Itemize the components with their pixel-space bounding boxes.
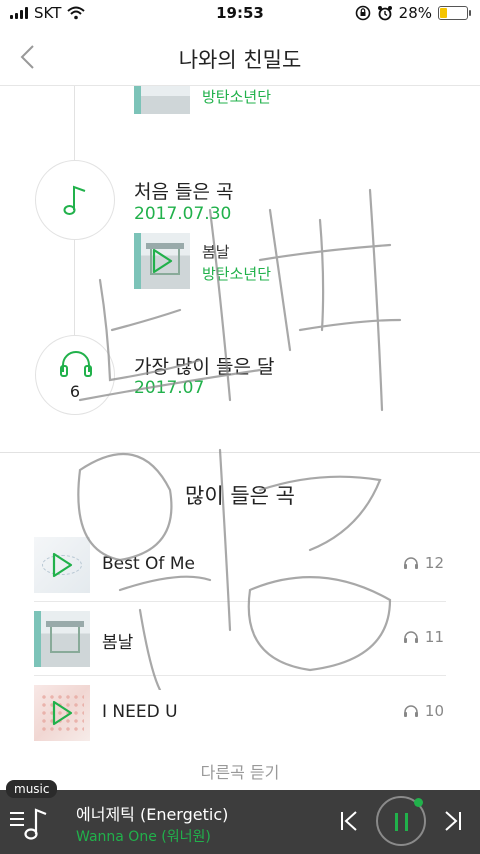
music-badge: music [6, 780, 58, 798]
status-bar: SKT 19:53 28% [0, 0, 480, 28]
alarm-icon [377, 6, 392, 21]
track-row[interactable]: 봄날 11 [34, 602, 446, 676]
album-art[interactable] [134, 233, 190, 289]
play-count-value: 12 [424, 554, 444, 572]
previous-icon[interactable] [338, 810, 360, 832]
song-artist: 방탄소년단 [202, 88, 272, 106]
album-art[interactable] [34, 611, 90, 667]
section-divider [0, 452, 480, 453]
album-art[interactable] [134, 84, 190, 114]
month-play-count: 6 [69, 382, 81, 401]
pause-icon [395, 813, 409, 831]
play-count-value: 10 [424, 702, 444, 720]
month-title: 가장 많이 들은 달 [134, 356, 275, 378]
track-name: I NEED U [102, 702, 178, 722]
play-icon[interactable] [50, 699, 74, 727]
play-icon[interactable] [50, 551, 74, 579]
next-icon[interactable] [442, 810, 464, 832]
track-row[interactable]: I NEED U 10 [34, 676, 446, 750]
track-name: 봄날 [102, 633, 134, 653]
headphones-icon [403, 631, 418, 643]
play-icon[interactable] [150, 247, 174, 275]
first-song-name: 봄날 [202, 243, 230, 261]
month-date: 2017.07 [134, 378, 205, 398]
play-count: 12 [403, 554, 444, 572]
first-song-date: 2017.07.30 [134, 204, 232, 224]
headphones-icon [403, 705, 418, 717]
page-title: 나와의 친밀도 [178, 48, 302, 72]
status-right: 28% [355, 4, 471, 22]
play-count: 11 [403, 628, 444, 646]
rotation-lock-icon [355, 5, 370, 21]
playlist-icon[interactable] [10, 806, 50, 842]
track-name: Best Of Me [102, 554, 195, 574]
play-count-value: 11 [424, 628, 444, 646]
album-art[interactable] [34, 685, 90, 741]
battery-icon [438, 6, 471, 20]
timeline-marker-first-song [35, 160, 115, 240]
music-note-icon [63, 185, 86, 215]
header: 나와의 친밀도 [0, 30, 480, 86]
mini-player[interactable]: 에너제틱 (Energetic) Wanna One (워너원) [0, 790, 480, 854]
now-playing-title: 에너제틱 (Energetic) [76, 805, 229, 824]
track-row[interactable]: Best Of Me 12 [34, 528, 446, 602]
first-song-artist: 방탄소년단 [202, 265, 272, 283]
timeline-marker-month: 6 [35, 335, 115, 415]
battery-percent: 28% [398, 4, 432, 22]
headphones-icon [60, 351, 92, 377]
section-title-most-played: 많이 들은 곡 [185, 484, 295, 508]
headphones-icon [403, 557, 418, 569]
now-playing-artist: Wanna One (워너원) [76, 829, 211, 845]
album-art[interactable] [34, 537, 90, 593]
first-song-title: 처음 들은 곡 [134, 181, 234, 203]
pause-button[interactable] [376, 796, 426, 846]
play-count: 10 [403, 702, 444, 720]
more-songs-link[interactable]: 다른곡 듣기 [0, 759, 480, 783]
